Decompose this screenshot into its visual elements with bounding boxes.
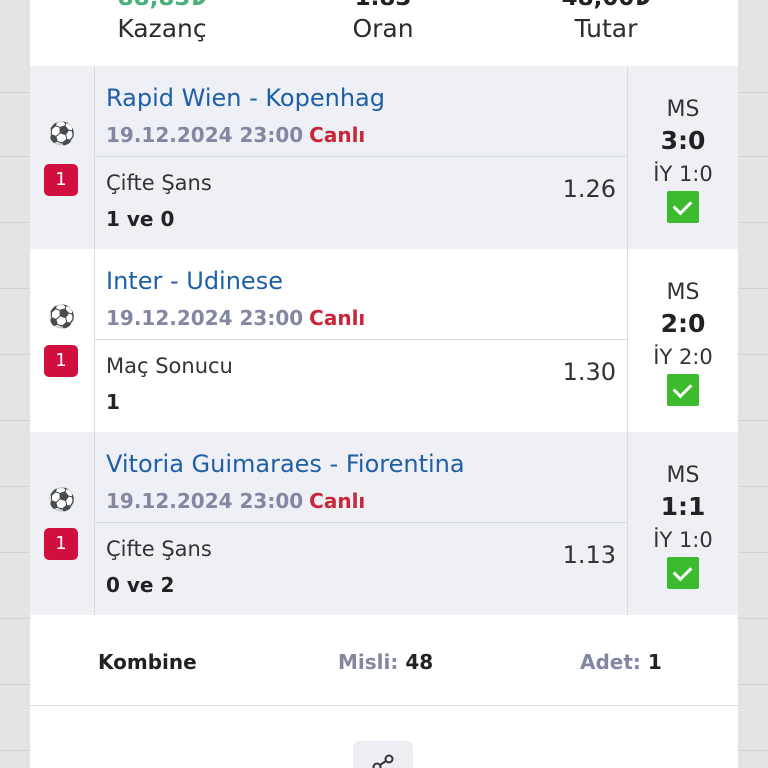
- mbs-badge: 1: [44, 164, 78, 196]
- bet-pick: 1: [106, 390, 120, 414]
- coupon-summary: 88,83₺ Kazanç 1.83 Oran 48,00₺ Tutar: [30, 0, 738, 66]
- stake-value: 48,00₺: [506, 0, 706, 10]
- checkmark-icon: [667, 191, 699, 223]
- misli-label: Misli:: [338, 650, 399, 674]
- bet-odds: 1.30: [562, 358, 616, 386]
- adet-value: 1: [647, 650, 662, 674]
- half-time-score: İY 2:0: [653, 345, 713, 369]
- misli-value: 48: [405, 650, 434, 674]
- bet-odds: 1.13: [562, 541, 616, 569]
- bet-type: Çifte Şans: [106, 171, 212, 195]
- match-score-column: MS 3:0 İY 1:0: [627, 66, 738, 249]
- live-status: Canlı: [309, 489, 366, 513]
- match-sport-column: ⚽ 1: [30, 66, 95, 249]
- total-odds-value: 1.83: [283, 0, 483, 10]
- winnings-label: Kazanç: [117, 14, 207, 43]
- checkmark-icon: [667, 374, 699, 406]
- match-datetime: 19.12.2024 23:00 Canlı: [106, 489, 366, 513]
- total-odds-label: Oran: [352, 14, 414, 43]
- match-sport-column: ⚽ 1: [30, 432, 95, 615]
- adet-label: Adet:: [580, 650, 641, 674]
- full-time-score: 3:0: [660, 126, 706, 155]
- checkmark-icon: [667, 557, 699, 589]
- bet-type: Çifte Şans: [106, 537, 212, 561]
- adet-info: Adet: 1: [580, 647, 662, 677]
- bet-pick: 0 ve 2: [106, 573, 175, 597]
- mbs-badge: 1: [44, 528, 78, 560]
- misli-info: Misli: 48: [338, 647, 433, 677]
- stake-label: Tutar: [574, 14, 638, 43]
- match-teams-link[interactable]: Vitoria Guimaraes - Fiorentina: [106, 448, 616, 480]
- mbs-badge: 1: [44, 345, 78, 377]
- soccer-ball-icon: ⚽: [48, 488, 76, 513]
- full-time-score: 2:0: [660, 309, 706, 338]
- coupon-footer: Kombine Misli: 48 Adet: 1: [30, 617, 738, 706]
- match-datetime: 19.12.2024 23:00 Canlı: [106, 306, 366, 330]
- match-score-column: MS 2:0 İY 2:0: [627, 249, 738, 432]
- bet-type: Maç Sonucu: [106, 354, 233, 378]
- full-time-label: MS: [666, 97, 700, 122]
- bet-odds: 1.26: [562, 175, 616, 203]
- divider: [95, 156, 627, 157]
- soccer-ball-icon: ⚽: [48, 305, 76, 330]
- coupon-detail-card: 88,83₺ Kazanç 1.83 Oran 48,00₺ Tutar ⚽ 1…: [30, 0, 738, 768]
- full-time-label: MS: [666, 463, 700, 488]
- soccer-ball-icon: ⚽: [48, 122, 76, 147]
- match-datetime: 19.12.2024 23:00 Canlı: [106, 123, 366, 147]
- half-time-score: İY 1:0: [653, 162, 713, 186]
- match-teams-link[interactable]: Rapid Wien - Kopenhag: [106, 82, 616, 114]
- share-button[interactable]: [353, 741, 413, 768]
- match-row[interactable]: ⚽ 1 Rapid Wien - Kopenhag 19.12.2024 23:…: [30, 66, 738, 249]
- match-sport-column: ⚽ 1: [30, 249, 95, 432]
- share-icon: [372, 754, 394, 768]
- match-row[interactable]: ⚽ 1 Vitoria Guimaraes - Fiorentina 19.12…: [30, 432, 738, 615]
- half-time-score: İY 1:0: [653, 528, 713, 552]
- divider: [95, 339, 627, 340]
- winnings-value: 88,83₺: [62, 0, 262, 10]
- live-status: Canlı: [309, 123, 366, 147]
- match-row[interactable]: ⚽ 1 Inter - Udinese 19.12.2024 23:00 Canl…: [30, 249, 738, 432]
- bet-pick: 1 ve 0: [106, 207, 175, 231]
- full-time-label: MS: [666, 280, 700, 305]
- full-time-score: 1:1: [660, 492, 706, 521]
- coupon-type: Kombine: [98, 650, 197, 674]
- live-status: Canlı: [309, 306, 366, 330]
- match-score-column: MS 1:1 İY 1:0: [627, 432, 738, 615]
- match-teams-link[interactable]: Inter - Udinese: [106, 265, 616, 297]
- divider: [95, 522, 627, 523]
